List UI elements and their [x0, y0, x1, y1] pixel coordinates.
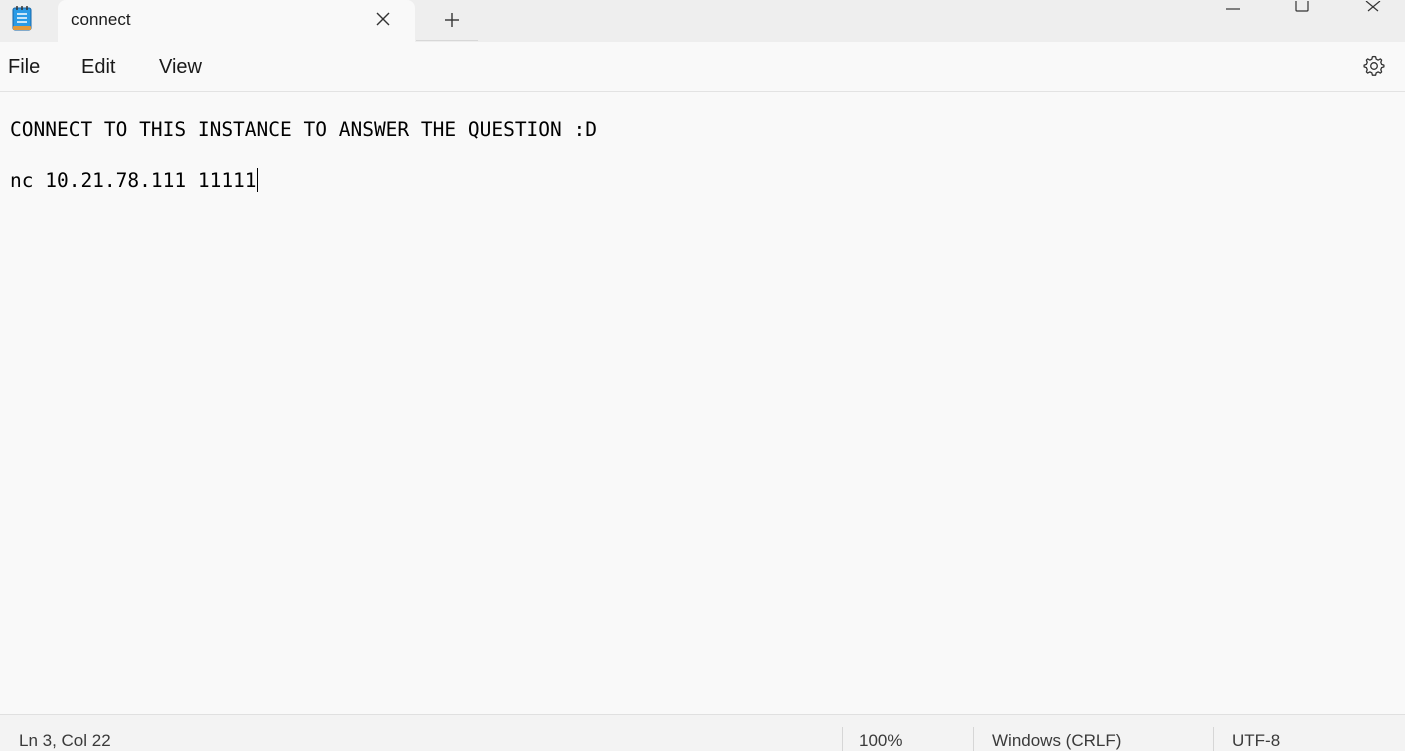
editor-line-3: nc 10.21.78.111 11111 — [10, 168, 258, 192]
editor-line-3-text: nc 10.21.78.111 11111 — [10, 169, 257, 192]
cursor-position: Ln 3, Col 22 — [19, 731, 111, 750]
status-divider — [1213, 727, 1214, 751]
status-divider — [973, 727, 974, 751]
window-close-icon[interactable] — [1364, 0, 1382, 12]
tab-divider — [416, 40, 478, 41]
editor-line-1: CONNECT TO THIS INSTANCE TO ANSWER THE Q… — [10, 118, 597, 141]
plus-icon[interactable] — [440, 8, 464, 32]
maximize-icon[interactable] — [1293, 0, 1311, 12]
menu-file[interactable]: File — [8, 56, 40, 79]
notepad-window: connect File Edit View CONNECT TO THIS I… — [0, 0, 1405, 751]
tab-title: connect — [71, 10, 131, 29]
title-bar: connect — [0, 0, 1405, 42]
line-ending[interactable]: Windows (CRLF) — [992, 731, 1121, 751]
notepad-icon — [12, 5, 32, 31]
tab-connect[interactable]: connect — [58, 0, 415, 42]
zoom-level[interactable]: 100% — [859, 731, 902, 751]
menu-bar: File Edit View — [0, 42, 1405, 92]
minimize-icon[interactable] — [1224, 0, 1242, 10]
menu-edit[interactable]: Edit — [81, 56, 115, 79]
status-divider — [842, 727, 843, 751]
encoding[interactable]: UTF-8 — [1232, 731, 1280, 751]
menu-view[interactable]: View — [159, 56, 202, 79]
gear-icon[interactable] — [1362, 54, 1386, 78]
text-editor[interactable]: CONNECT TO THIS INSTANCE TO ANSWER THE Q… — [0, 92, 1405, 714]
status-bar: Ln 3, Col 22 100% Windows (CRLF) UTF-8 — [0, 714, 1405, 751]
close-icon[interactable] — [373, 9, 393, 29]
text-caret — [256, 168, 258, 192]
